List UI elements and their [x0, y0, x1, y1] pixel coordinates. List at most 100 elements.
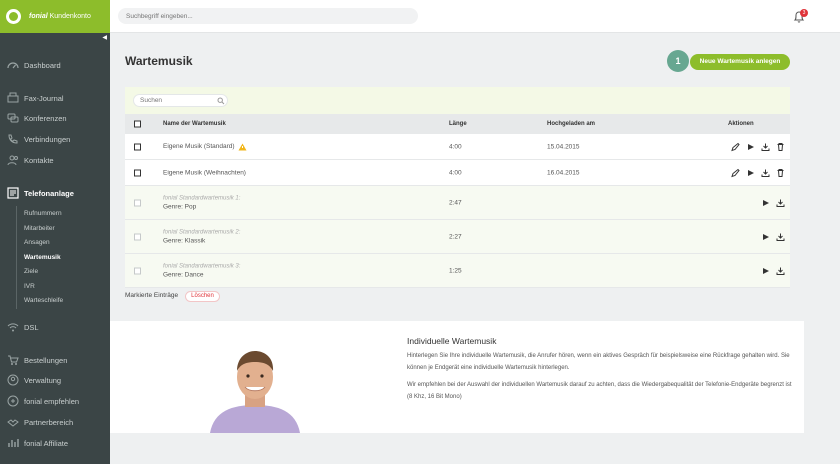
table-header: Name der Wartemusik Länge Hochgeladen am…	[125, 114, 790, 134]
sidebar-item-label: Partnerbereich	[24, 417, 74, 427]
download-icon[interactable]	[776, 266, 785, 275]
play-icon[interactable]	[746, 142, 755, 151]
row-checkbox	[134, 199, 141, 206]
play-icon[interactable]	[746, 168, 755, 177]
submenu-line	[16, 206, 17, 309]
row-length: 2:27	[449, 233, 462, 240]
sidebar-sub-ansagen[interactable]: Ansagen	[24, 239, 50, 246]
row-uploaded: 15.04.2015	[547, 143, 580, 150]
sidebar-sub-wartemusik[interactable]: Wartemusik	[24, 254, 61, 261]
bulk-label: Markierte Einträge	[125, 292, 179, 299]
edit-icon[interactable]	[731, 142, 740, 151]
download-icon[interactable]	[761, 142, 770, 151]
global-search-input[interactable]	[118, 8, 418, 24]
download-icon[interactable]	[761, 168, 770, 177]
wifi-icon	[7, 323, 19, 332]
sidebar-sub-mitarbeiter[interactable]: Mitarbeiter	[24, 225, 55, 232]
filter-bar	[125, 87, 790, 114]
row-checkbox[interactable]	[134, 169, 141, 176]
info-panel: Individuelle Wartemusik Hinterlegen Sie …	[110, 321, 804, 433]
trash-icon[interactable]	[776, 168, 785, 177]
table-row[interactable]: fonial Standardwartemusik 3: Genre: Danc…	[125, 254, 790, 288]
delete-selected-button[interactable]: Löschen	[185, 291, 220, 302]
header-length: Länge	[449, 121, 467, 127]
row-checkbox[interactable]	[134, 143, 141, 150]
sidebar-item-label: Konferenzen	[24, 113, 67, 123]
row-checkbox	[134, 233, 141, 240]
collapse-sidebar-button[interactable]: ◀	[0, 33, 110, 43]
brand-name: fonial	[29, 13, 48, 20]
sidebar: fonial Kundenkonto ◀ Dashboard Fax-Journ…	[0, 0, 110, 464]
fax-icon	[7, 92, 19, 103]
sidebar-item-fonial-affiliate[interactable]: fonial Affiliate	[0, 437, 110, 449]
top-bar: 3	[110, 0, 840, 33]
sidebar-item-label: fonial Affiliate	[24, 438, 69, 448]
info-title: Individuelle Wartemusik	[407, 336, 497, 346]
filter-search-input[interactable]	[133, 94, 228, 107]
sidebar-item-label: Fax-Journal	[24, 93, 64, 103]
search-icon[interactable]	[217, 97, 225, 105]
sidebar-item-bestellungen[interactable]: Bestellungen	[0, 354, 110, 366]
sidebar-sub-ivr[interactable]: IVR	[24, 283, 35, 290]
table-row[interactable]: fonial Standardwartemusik 2: Genre: Klas…	[125, 220, 790, 254]
sidebar-item-label: Telefonanlage	[24, 188, 74, 198]
sidebar-item-label: Verwaltung	[24, 375, 62, 385]
header-uploaded: Hochgeladen am	[547, 121, 596, 127]
download-icon[interactable]	[776, 232, 785, 241]
play-icon[interactable]	[761, 198, 770, 207]
row-length: 4:00	[449, 169, 462, 176]
sidebar-item-fonial-empfehlen[interactable]: fonial empfehlen	[0, 395, 110, 407]
handshake-icon	[7, 419, 19, 427]
pbx-icon	[7, 187, 19, 199]
sidebar-item-verbindungen[interactable]: Verbindungen	[0, 133, 110, 145]
sidebar-sub-warteschleife[interactable]: Warteschleife	[24, 297, 63, 304]
table-row[interactable]: Eigene Musik (Standard) 4:00 15.04.2015	[125, 134, 790, 160]
cart-icon	[8, 355, 19, 365]
triangle-left-icon: ◀	[102, 35, 107, 41]
sidebar-item-partnerbereich[interactable]: Partnerbereich	[0, 416, 110, 428]
step-badge: 1	[667, 50, 689, 72]
sidebar-item-label: fonial empfehlen	[24, 396, 80, 406]
sidebar-item-dsl[interactable]: DSL	[0, 321, 110, 333]
sidebar-sub-ziele[interactable]: Ziele	[24, 268, 38, 275]
table-row[interactable]: Eigene Musik (Weihnachten) 4:00 16.04.20…	[125, 160, 790, 186]
table-row[interactable]: fonial Standardwartemusik 1: Genre: Pop …	[125, 186, 790, 220]
row-uploaded: 16.04.2015	[547, 169, 580, 176]
row-checkbox	[134, 267, 141, 274]
brand-suffix: Kundenkonto	[49, 13, 91, 20]
logo[interactable]: fonial Kundenkonto	[0, 0, 110, 33]
info-paragraph-2: Wir empfehlen bei der Auswahl der indivi…	[407, 382, 792, 400]
sidebar-item-telefonanlage[interactable]: Telefonanlage	[0, 187, 110, 199]
sidebar-item-verwaltung[interactable]: Verwaltung	[0, 374, 110, 386]
sidebar-item-dashboard[interactable]: Dashboard	[0, 59, 110, 71]
row-name: fonial Standardwartemusik 3:	[163, 263, 241, 269]
row-genre: Genre: Dance	[163, 271, 204, 278]
user-icon	[7, 374, 19, 386]
row-length: 1:25	[449, 267, 462, 274]
new-holdmusic-button[interactable]: Neue Wartemusik anlegen	[690, 54, 790, 70]
person-photo	[210, 351, 300, 433]
conference-icon	[7, 113, 19, 123]
row-name: Eigene Musik (Weihnachten)	[163, 169, 246, 176]
main-content: Wartemusik 1 Neue Wartemusik anlegen Nam…	[110, 33, 840, 464]
sidebar-item-fax-journal[interactable]: Fax-Journal	[0, 92, 110, 104]
play-icon[interactable]	[761, 266, 770, 275]
row-name: fonial Standardwartemusik 1:	[163, 195, 241, 201]
sidebar-item-label: Verbindungen	[24, 134, 71, 144]
select-all-checkbox[interactable]	[134, 120, 141, 128]
trash-icon[interactable]	[776, 142, 785, 151]
row-length: 2:47	[449, 199, 462, 206]
row-genre: Genre: Klassik	[163, 237, 206, 244]
sidebar-item-kontakte[interactable]: Kontakte	[0, 154, 110, 166]
sidebar-item-label: Dashboard	[24, 60, 61, 70]
edit-icon[interactable]	[731, 168, 740, 177]
sidebar-item-konferenzen[interactable]: Konferenzen	[0, 112, 110, 124]
header-actions: Aktionen	[728, 121, 754, 127]
affiliate-icon	[8, 439, 19, 447]
play-icon[interactable]	[761, 232, 770, 241]
download-icon[interactable]	[776, 198, 785, 207]
sidebar-item-label: DSL	[24, 322, 39, 332]
sidebar-sub-rufnummern[interactable]: Rufnummern	[24, 210, 62, 217]
info-paragraph-1: Hinterlegen Sie Ihre individuelle Wartem…	[407, 353, 790, 371]
logo-icon	[6, 9, 21, 24]
